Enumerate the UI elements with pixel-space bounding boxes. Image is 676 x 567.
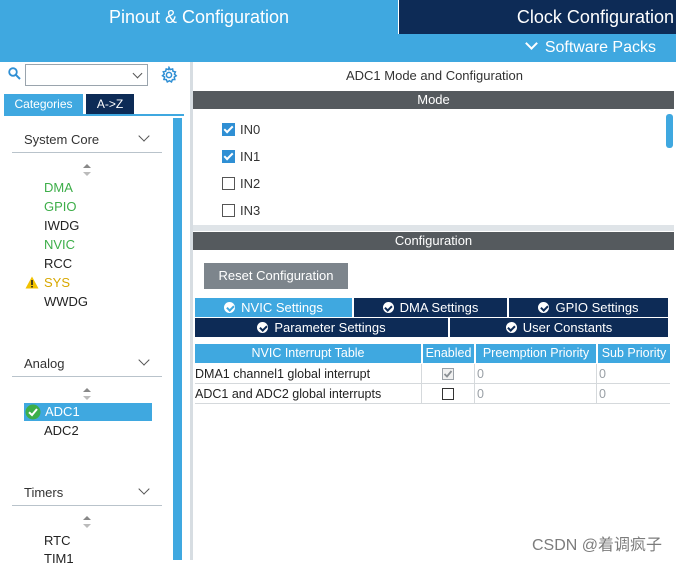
sidebar-item-adc2[interactable]: ADC2	[44, 423, 79, 439]
sort-icon[interactable]	[82, 387, 92, 401]
page-title: ADC1 Mode and Configuration	[345, 68, 524, 83]
table-cell-sub-priority[interactable]: 0	[596, 364, 670, 384]
table-cell-interrupt-name: ADC1 and ADC2 global interrupts	[195, 384, 421, 404]
software-packs-label: Software Packs	[544, 39, 656, 56]
check-circle-icon	[25, 404, 41, 420]
watermark: CSDN @着调疯子	[531, 537, 662, 554]
configuration-section-header: Configuration	[193, 232, 674, 250]
search-input[interactable]	[25, 64, 148, 86]
sidebar-item-gpio[interactable]: GPIO	[44, 199, 77, 215]
search-icon[interactable]	[8, 67, 21, 80]
table-header-preemption[interactable]: Preemption Priority	[476, 344, 596, 363]
chevron-down-icon	[132, 68, 143, 79]
table-header-enabled[interactable]: Enabled	[423, 344, 474, 363]
mode-option-in3[interactable]: IN3	[222, 202, 260, 220]
table-cell-sub-priority[interactable]: 0	[596, 384, 670, 404]
check-circle-icon	[538, 302, 550, 313]
chevron-down-icon	[524, 37, 538, 50]
check-circle-icon	[505, 322, 517, 333]
sidebar-item-sys[interactable]: SYS	[44, 275, 70, 291]
category-label: System Core	[24, 132, 100, 147]
table-header-sub-priority[interactable]: Sub Priority	[598, 344, 670, 363]
table-cell-enabled	[421, 384, 474, 404]
mode-scrollbar[interactable]	[666, 114, 673, 148]
checkbox[interactable]	[222, 177, 235, 190]
table-cell-interrupt-name: DMA1 channel1 global interrupt	[195, 364, 421, 384]
table-header-interrupt[interactable]: NVIC Interrupt Table	[195, 344, 421, 363]
mode-option-in1[interactable]: IN1	[222, 148, 260, 166]
category-label: Timers	[24, 485, 64, 500]
chevron-down-icon	[138, 130, 150, 142]
mode-option-in0[interactable]: IN0	[222, 121, 260, 139]
sort-icon[interactable]	[82, 515, 92, 529]
tab-categories[interactable]: Categories	[4, 94, 83, 114]
sidebar-scrollbar[interactable]	[173, 118, 182, 560]
software-packs-menu[interactable]: Software Packs	[524, 37, 656, 59]
sidebar-item-rtc[interactable]: RTC	[44, 533, 70, 549]
section-splitter[interactable]	[193, 225, 674, 231]
tab-dma-settings[interactable]: DMA Settings	[354, 298, 507, 317]
mode-option-in2[interactable]: IN2	[222, 175, 260, 193]
check-circle-icon	[257, 322, 269, 333]
tab-user-constants[interactable]: User Constants	[450, 318, 668, 337]
sidebar-item-adc1[interactable]	[24, 403, 152, 421]
sidebar-item-tim1[interactable]: TIM1	[44, 551, 74, 567]
table-cell-preemption[interactable]: 0	[474, 384, 596, 404]
checkbox[interactable]	[222, 123, 235, 136]
chevron-down-icon	[138, 354, 150, 366]
sidebar-item-rcc[interactable]: RCC	[44, 256, 72, 272]
sidebar-item-dma[interactable]: DMA	[44, 180, 73, 196]
tab-nvic-settings[interactable]: NVIC Settings	[195, 298, 352, 317]
tab-parameter-settings[interactable]: Parameter Settings	[195, 318, 448, 337]
enabled-checkbox[interactable]	[442, 388, 454, 400]
sidebar-item-iwdg[interactable]: IWDG	[44, 218, 79, 234]
category-system-core[interactable]: System Core	[12, 127, 162, 153]
checkbox[interactable]	[222, 150, 235, 163]
check-circle-icon	[382, 302, 394, 313]
sidebar-item-nvic[interactable]: NVIC	[44, 237, 75, 253]
sidebar-item-wwdg[interactable]: WWDG	[44, 294, 88, 310]
table-cell-preemption[interactable]: 0	[474, 364, 596, 384]
mode-section	[193, 109, 674, 225]
warning-icon	[25, 276, 39, 289]
tab-clock-configuration[interactable]: Clock Configuration	[399, 0, 676, 34]
gear-icon[interactable]	[160, 66, 178, 84]
check-circle-icon	[224, 302, 236, 313]
chevron-down-icon	[138, 483, 150, 495]
table-cell-enabled	[421, 364, 474, 384]
enabled-checkbox-locked	[442, 368, 454, 380]
sort-icon[interactable]	[82, 163, 92, 177]
checkbox[interactable]	[222, 204, 235, 217]
tab-a-to-z[interactable]: A->Z	[86, 94, 134, 114]
reset-configuration-button[interactable]: Reset Configuration	[204, 263, 348, 289]
tab-underline	[4, 114, 184, 116]
tab-pinout-configuration[interactable]: Pinout & Configuration	[0, 0, 398, 34]
sidebar-item-label: ADC1	[45, 404, 80, 419]
tab-gpio-settings[interactable]: GPIO Settings	[509, 298, 668, 317]
category-analog[interactable]: Analog	[12, 351, 162, 377]
category-timers[interactable]: Timers	[12, 480, 162, 506]
mode-section-header: Mode	[193, 91, 674, 109]
category-label: Analog	[24, 356, 65, 371]
